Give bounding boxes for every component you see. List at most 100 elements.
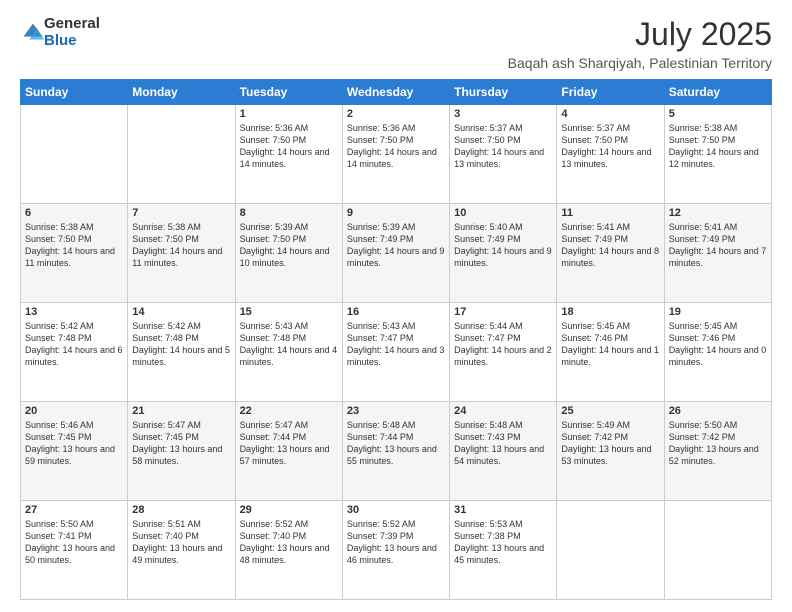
col-tuesday: Tuesday xyxy=(235,80,342,105)
day-number: 1 xyxy=(240,108,338,120)
day-info: Sunrise: 5:50 AM Sunset: 7:41 PM Dayligh… xyxy=(25,518,123,567)
day-number: 10 xyxy=(454,207,552,219)
table-row: 17 Sunrise: 5:44 AM Sunset: 7:47 PM Dayli… xyxy=(450,303,557,402)
day-info: Sunrise: 5:42 AM Sunset: 7:48 PM Dayligh… xyxy=(132,320,230,369)
day-info: Sunrise: 5:38 AM Sunset: 7:50 PM Dayligh… xyxy=(669,122,767,171)
logo-general-text: General xyxy=(44,16,100,33)
col-wednesday: Wednesday xyxy=(342,80,449,105)
day-number: 8 xyxy=(240,207,338,219)
table-row: 10 Sunrise: 5:40 AM Sunset: 7:49 PM Dayli… xyxy=(450,204,557,303)
table-row: 1Sunrise: 5:36 AM Sunset: 7:50 PM Daylig… xyxy=(235,105,342,204)
table-row xyxy=(128,105,235,204)
day-info: Sunrise: 5:43 AM Sunset: 7:48 PM Dayligh… xyxy=(240,320,338,369)
location-title: Baqah ash Sharqiyah, Palestinian Territo… xyxy=(508,55,772,71)
table-row: 4 Sunrise: 5:37 AM Sunset: 7:50 PM Daylig… xyxy=(557,105,664,204)
calendar-header-row: Sunday Monday Tuesday Wednesday Thursday… xyxy=(21,80,772,105)
logo-icon xyxy=(22,22,44,44)
day-number: 26 xyxy=(669,405,767,417)
table-row: 18Sunrise: 5:45 AM Sunset: 7:46 PM Dayli… xyxy=(557,303,664,402)
day-info: Sunrise: 5:52 AM Sunset: 7:39 PM Dayligh… xyxy=(347,518,445,567)
day-number: 13 xyxy=(25,306,123,318)
table-row: 19 Sunrise: 5:45 AM Sunset: 7:46 PM Dayli… xyxy=(664,303,771,402)
day-number: 28 xyxy=(132,504,230,516)
day-number: 16 xyxy=(347,306,445,318)
calendar-week-row: 27 Sunrise: 5:50 AM Sunset: 7:41 PM Dayli… xyxy=(21,501,772,600)
table-row: 15 Sunrise: 5:43 AM Sunset: 7:48 PM Dayli… xyxy=(235,303,342,402)
day-info: Sunrise: 5:47 AM Sunset: 7:45 PM Dayligh… xyxy=(132,419,230,468)
table-row: 30 Sunrise: 5:52 AM Sunset: 7:39 PM Dayli… xyxy=(342,501,449,600)
day-number: 24 xyxy=(454,405,552,417)
day-number: 30 xyxy=(347,504,445,516)
table-row: 7 Sunrise: 5:38 AM Sunset: 7:50 PM Daylig… xyxy=(128,204,235,303)
table-row: 5 Sunrise: 5:38 AM Sunset: 7:50 PM Daylig… xyxy=(664,105,771,204)
col-monday: Monday xyxy=(128,80,235,105)
day-info: Sunrise: 5:39 AM Sunset: 7:50 PM Dayligh… xyxy=(240,221,338,270)
day-number: 2 xyxy=(347,108,445,120)
calendar-week-row: 20 Sunrise: 5:46 AM Sunset: 7:45 PM Dayli… xyxy=(21,402,772,501)
day-info: Sunrise: 5:46 AM Sunset: 7:45 PM Dayligh… xyxy=(25,419,123,468)
day-number: 7 xyxy=(132,207,230,219)
table-row: 12Sunrise: 5:41 AM Sunset: 7:49 PM Dayli… xyxy=(664,204,771,303)
col-saturday: Saturday xyxy=(664,80,771,105)
day-info: Sunrise: 5:37 AM Sunset: 7:50 PM Dayligh… xyxy=(454,122,552,171)
day-number: 29 xyxy=(240,504,338,516)
day-info: Sunrise: 5:42 AM Sunset: 7:48 PM Dayligh… xyxy=(25,320,123,369)
day-number: 15 xyxy=(240,306,338,318)
day-info: Sunrise: 5:36 AM Sunset: 7:50 PM Dayligh… xyxy=(347,122,445,171)
table-row: 13 Sunrise: 5:42 AM Sunset: 7:48 PM Dayli… xyxy=(21,303,128,402)
day-info: Sunrise: 5:43 AM Sunset: 7:47 PM Dayligh… xyxy=(347,320,445,369)
table-row: 3 Sunrise: 5:37 AM Sunset: 7:50 PM Daylig… xyxy=(450,105,557,204)
table-row: 8 Sunrise: 5:39 AM Sunset: 7:50 PM Daylig… xyxy=(235,204,342,303)
day-info: Sunrise: 5:45 AM Sunset: 7:46 PM Dayligh… xyxy=(669,320,767,369)
logo: General Blue xyxy=(20,16,100,49)
day-number: 23 xyxy=(347,405,445,417)
col-thursday: Thursday xyxy=(450,80,557,105)
table-row: 14 Sunrise: 5:42 AM Sunset: 7:48 PM Dayli… xyxy=(128,303,235,402)
table-row: 24 Sunrise: 5:48 AM Sunset: 7:43 PM Dayli… xyxy=(450,402,557,501)
day-info: Sunrise: 5:40 AM Sunset: 7:49 PM Dayligh… xyxy=(454,221,552,270)
table-row: 25Sunrise: 5:49 AM Sunset: 7:42 PM Dayli… xyxy=(557,402,664,501)
table-row xyxy=(664,501,771,600)
calendar-week-row: 13 Sunrise: 5:42 AM Sunset: 7:48 PM Dayli… xyxy=(21,303,772,402)
table-row: 6 Sunrise: 5:38 AM Sunset: 7:50 PM Daylig… xyxy=(21,204,128,303)
table-row: 27 Sunrise: 5:50 AM Sunset: 7:41 PM Dayli… xyxy=(21,501,128,600)
day-info: Sunrise: 5:37 AM Sunset: 7:50 PM Dayligh… xyxy=(561,122,659,171)
day-number: 5 xyxy=(669,108,767,120)
day-number: 12 xyxy=(669,207,767,219)
col-friday: Friday xyxy=(557,80,664,105)
page: General Blue July 2025 Baqah ash Sharqiy… xyxy=(0,0,792,612)
day-info: Sunrise: 5:38 AM Sunset: 7:50 PM Dayligh… xyxy=(25,221,123,270)
day-info: Sunrise: 5:38 AM Sunset: 7:50 PM Dayligh… xyxy=(132,221,230,270)
table-row: 21Sunrise: 5:47 AM Sunset: 7:45 PM Dayli… xyxy=(128,402,235,501)
table-row xyxy=(21,105,128,204)
day-number: 14 xyxy=(132,306,230,318)
day-info: Sunrise: 5:48 AM Sunset: 7:43 PM Dayligh… xyxy=(454,419,552,468)
day-number: 31 xyxy=(454,504,552,516)
table-row: 20 Sunrise: 5:46 AM Sunset: 7:45 PM Dayli… xyxy=(21,402,128,501)
table-row: 28 Sunrise: 5:51 AM Sunset: 7:40 PM Dayli… xyxy=(128,501,235,600)
day-number: 4 xyxy=(561,108,659,120)
day-number: 18 xyxy=(561,306,659,318)
calendar-week-row: 1 Sunrise: 5:36 AM Sunset: 7:50 PM Daylig… xyxy=(21,105,772,204)
day-number: 20 xyxy=(25,405,123,417)
day-info: Sunrise: 5:50 AM Sunset: 7:42 PM Dayligh… xyxy=(669,419,767,468)
day-number: 19 xyxy=(669,306,767,318)
table-row: 26 Sunrise: 5:50 AM Sunset: 7:42 PM Dayli… xyxy=(664,402,771,501)
day-number: 27 xyxy=(25,504,123,516)
col-sunday: Sunday xyxy=(21,80,128,105)
day-info: Sunrise: 5:51 AM Sunset: 7:40 PM Dayligh… xyxy=(132,518,230,567)
table-row: 2 Sunrise: 5:36 AM Sunset: 7:50 PM Daylig… xyxy=(342,105,449,204)
calendar-table: Sunday Monday Tuesday Wednesday Thursday… xyxy=(20,79,772,600)
day-info: Sunrise: 5:44 AM Sunset: 7:47 PM Dayligh… xyxy=(454,320,552,369)
logo-blue-text: Blue xyxy=(44,33,100,50)
table-row: 23 Sunrise: 5:48 AM Sunset: 7:44 PM Dayli… xyxy=(342,402,449,501)
day-number: 6 xyxy=(25,207,123,219)
day-number: 11 xyxy=(561,207,659,219)
table-row: 29Sunrise: 5:52 AM Sunset: 7:40 PM Dayli… xyxy=(235,501,342,600)
day-info: Sunrise: 5:48 AM Sunset: 7:44 PM Dayligh… xyxy=(347,419,445,468)
day-number: 17 xyxy=(454,306,552,318)
day-number: 3 xyxy=(454,108,552,120)
day-number: 9 xyxy=(347,207,445,219)
calendar-week-row: 6 Sunrise: 5:38 AM Sunset: 7:50 PM Daylig… xyxy=(21,204,772,303)
table-row: 16 Sunrise: 5:43 AM Sunset: 7:47 PM Dayli… xyxy=(342,303,449,402)
